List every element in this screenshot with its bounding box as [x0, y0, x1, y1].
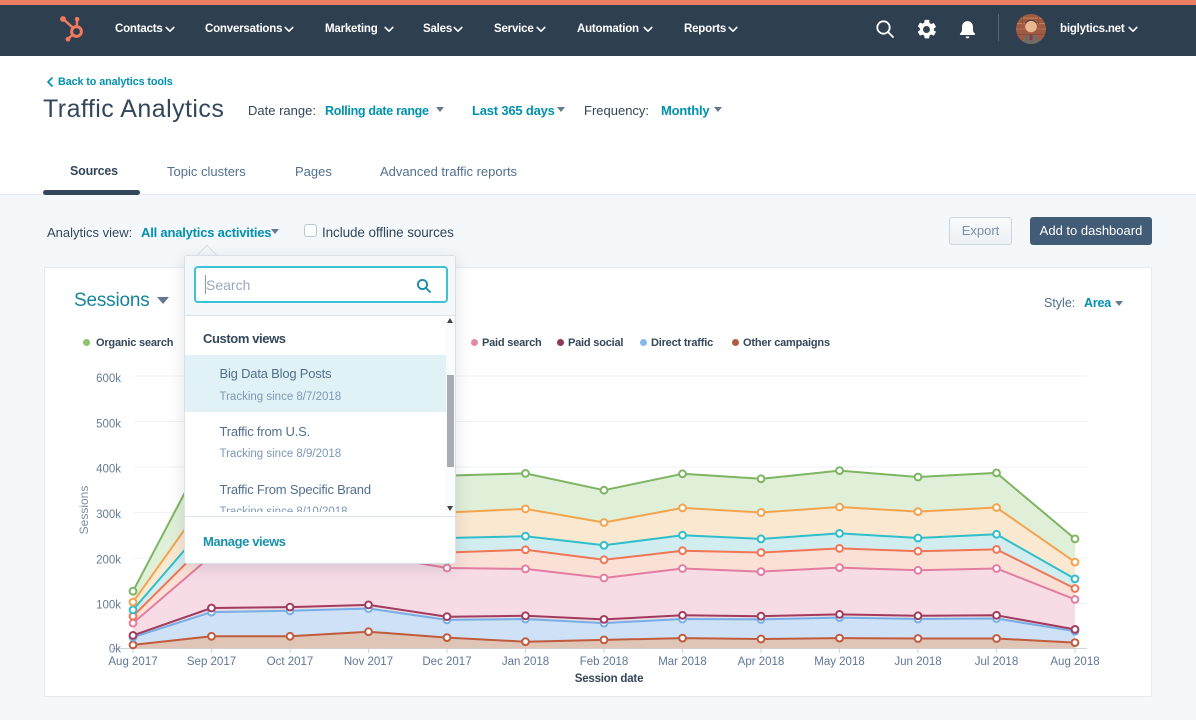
- svg-text:Dec 2017: Dec 2017: [422, 656, 471, 668]
- svg-text:Session date: Session date: [575, 673, 644, 685]
- svg-text:Feb 2018: Feb 2018: [580, 656, 629, 668]
- svg-text:Nov 2017: Nov 2017: [344, 656, 393, 668]
- svg-text:500k: 500k: [96, 419, 121, 431]
- svg-text:Aug 2017: Aug 2017: [108, 656, 157, 668]
- svg-text:200k: 200k: [96, 555, 121, 567]
- svg-text:400k: 400k: [96, 464, 121, 476]
- svg-text:Jan 2018: Jan 2018: [502, 656, 549, 668]
- svg-text:Oct 2017: Oct 2017: [267, 656, 314, 668]
- svg-text:600k: 600k: [96, 373, 121, 385]
- svg-text:Apr 2018: Apr 2018: [738, 656, 785, 668]
- svg-text:100k: 100k: [96, 600, 121, 612]
- svg-text:0k: 0k: [109, 644, 121, 656]
- svg-text:Sep 2017: Sep 2017: [187, 656, 236, 668]
- svg-text:Jun 2018: Jun 2018: [894, 656, 941, 668]
- svg-text:May 2018: May 2018: [814, 656, 865, 668]
- svg-text:300k: 300k: [96, 509, 121, 521]
- svg-text:Aug 2018: Aug 2018: [1050, 656, 1099, 668]
- svg-text:Jul 2018: Jul 2018: [975, 656, 1018, 668]
- svg-text:Mar 2018: Mar 2018: [658, 656, 707, 668]
- svg-text:Sessions: Sessions: [77, 486, 91, 535]
